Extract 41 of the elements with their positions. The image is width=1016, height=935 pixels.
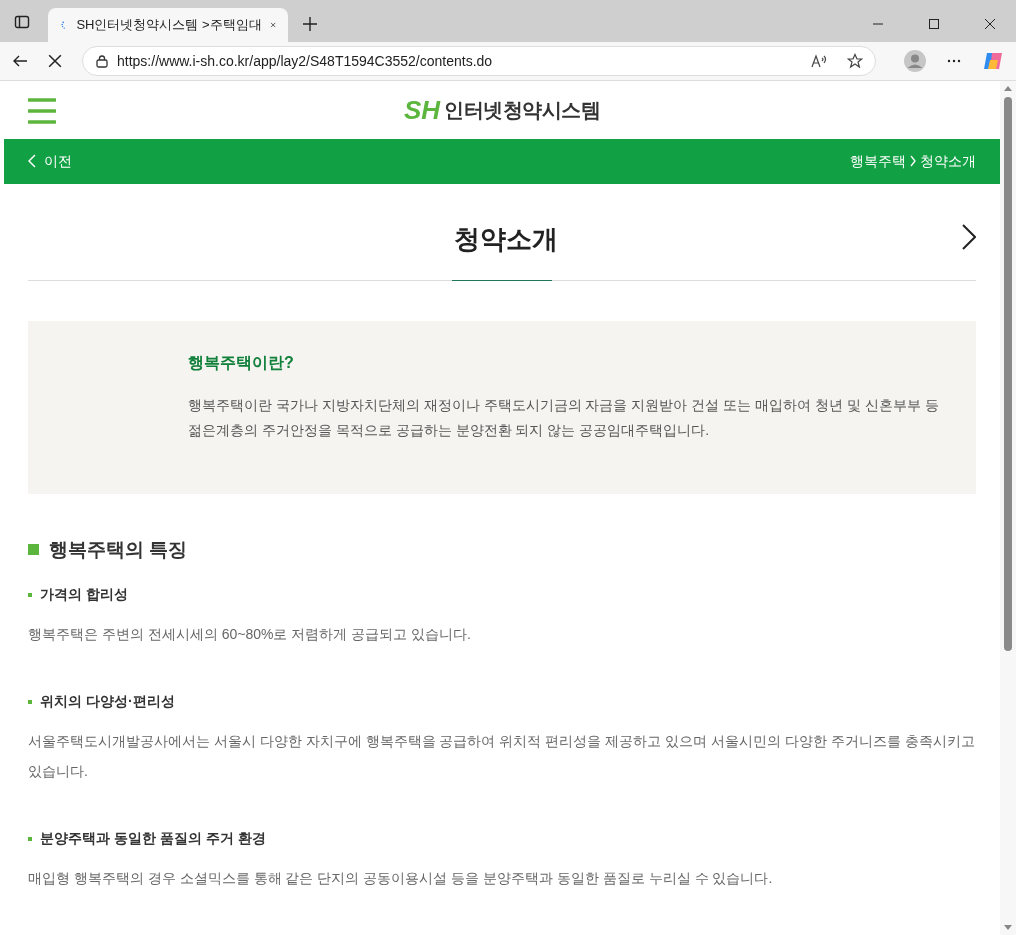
new-tab-icon[interactable]	[302, 16, 318, 32]
copilot-icon[interactable]	[982, 50, 1004, 72]
close-icon[interactable]	[984, 18, 996, 30]
tab-title: SH인터넷청약시스템 >주택임대	[76, 16, 262, 35]
logo-mark[interactable]: SH	[403, 96, 441, 123]
star-icon[interactable]	[847, 53, 863, 69]
chevron-right-icon[interactable]	[962, 224, 976, 250]
feature-title: 가격의 합리성	[40, 585, 128, 604]
browser-tab[interactable]: SH인터넷청약시스템 >주택임대	[48, 8, 288, 42]
bullet-icon	[28, 699, 32, 704]
feature-title: 위치의 다양성·편리성	[40, 692, 175, 711]
chevron-left-icon	[28, 154, 36, 169]
feature-text: 행복주택은 주변의 전세시세의 60~80%로 저렴하게 공급되고 있습니다.	[28, 625, 472, 644]
scrollbar-thumb[interactable]	[1004, 97, 1012, 651]
menu-icon[interactable]	[28, 98, 56, 124]
lock-icon	[95, 54, 109, 68]
read-aloud-icon[interactable]	[811, 53, 827, 69]
section-heading: 행복주택의 특징	[49, 537, 188, 562]
scroll-up-icon[interactable]	[1004, 85, 1012, 93]
chevron-right-icon	[910, 155, 916, 168]
address-bar[interactable]: https://www.i-sh.co.kr/app/lay2/S48T1594C3552/contents.do	[82, 46, 876, 76]
profile-avatar-icon[interactable]	[904, 50, 926, 72]
back-link[interactable]: 이전	[28, 150, 72, 172]
feature-text: 매입형 행복주택의 경우 소셜믹스를 통해 같은 단지의 공동이용시설 등을 분양주택과 동일한 품질로 누리실 수 있습니다.	[28, 869, 774, 888]
breadcrumb-link[interactable]: 청약소개	[920, 150, 976, 172]
stop-icon[interactable]	[48, 54, 62, 68]
back-arrow-icon[interactable]	[12, 53, 28, 69]
bullet-icon	[28, 592, 32, 597]
tab-list-icon[interactable]	[14, 14, 30, 30]
maximize-icon[interactable]	[928, 18, 940, 30]
square-bullet-icon	[28, 544, 39, 556]
url-text: https://www.i-sh.co.kr/app/lay2/S48T1594C3552/contents.do	[117, 51, 494, 71]
intro-text: 행복주택이란 국가나 지방자치단체의 재정이나 주택도시기금의 자금을 지원받아 건설 또는 매입하여 청년 및 신혼부부 등 젊은계층의 주거안정을 목적으로 공급하는 분양전환 되지 않는 공공임대주택입니다.	[188, 396, 940, 440]
scroll-down-icon[interactable]	[1004, 923, 1012, 931]
feature-title: 분양주택과 동일한 품질의 주거 환경	[40, 829, 266, 848]
feature-text: 서울주택도시개발공사에서는 서울시 다양한 자치구에 행복주택을 공급하여 위치적 편리성을 제공하고 있으며 서울시민의 다양한 주거니즈를 충족시키고 있습니다.	[28, 732, 976, 781]
bullet-icon	[28, 836, 32, 841]
intro-title: 행복주택이란?	[188, 353, 295, 373]
logo-text[interactable]: 인터넷청약시스템	[444, 94, 601, 125]
close-icon[interactable]	[269, 19, 276, 31]
breadcrumb-link[interactable]: 행복주택	[850, 150, 906, 172]
